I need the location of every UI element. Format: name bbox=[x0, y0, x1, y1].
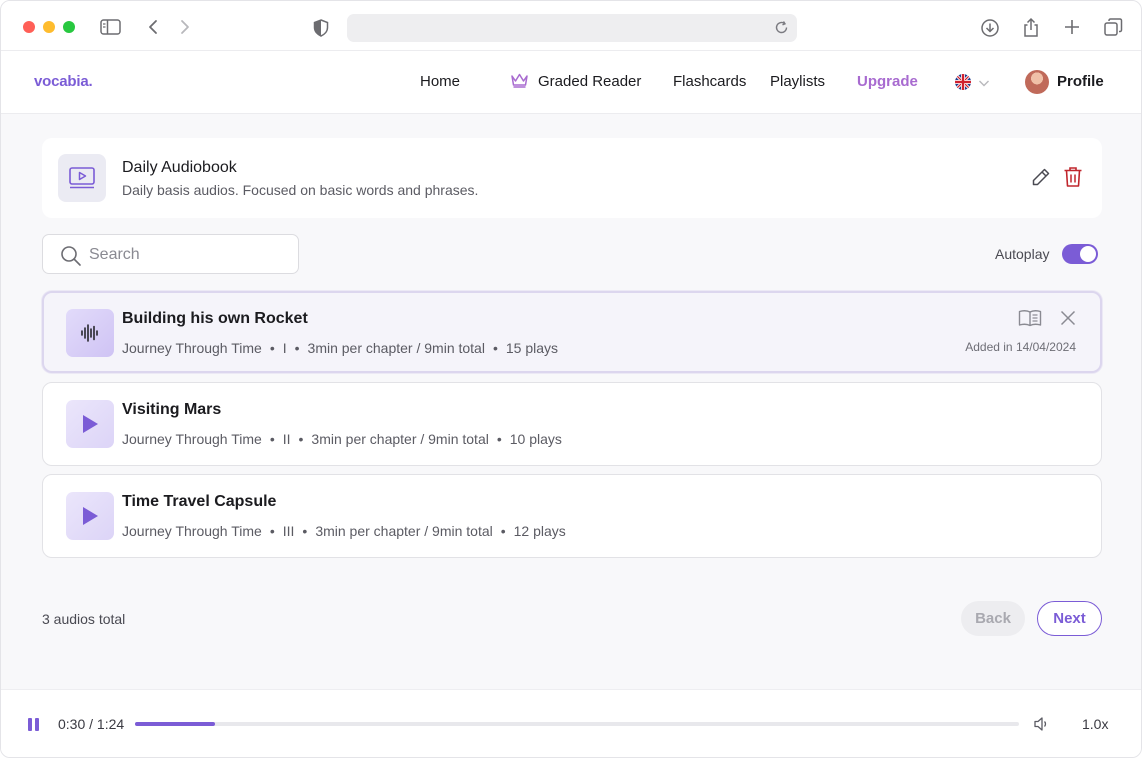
new-tab-icon[interactable] bbox=[1064, 19, 1080, 35]
browser-window: vocabia. Home Graded Reader Flashcards P… bbox=[0, 0, 1142, 758]
play-icon[interactable] bbox=[66, 400, 114, 448]
track-part: II bbox=[282, 431, 291, 447]
playlist-title: Daily Audiobook bbox=[122, 159, 237, 176]
edit-pencil-icon[interactable] bbox=[1031, 167, 1051, 192]
track-duration: 3min per chapter / 9min total bbox=[307, 340, 485, 356]
track-part: I bbox=[282, 340, 287, 356]
back-arrow-icon[interactable] bbox=[147, 19, 159, 35]
autoplay-label: Autoplay bbox=[995, 246, 1050, 262]
next-button[interactable]: Next bbox=[1037, 601, 1102, 636]
window-controls bbox=[23, 21, 75, 33]
track-item[interactable]: Visiting Mars Journey Through Time • II • 3m… bbox=[42, 382, 1102, 466]
autoplay-toggle[interactable] bbox=[1062, 244, 1098, 264]
playback-speed[interactable]: 1.0x bbox=[1082, 716, 1108, 732]
back-button[interactable]: Back bbox=[961, 601, 1025, 636]
close-window-button[interactable] bbox=[23, 21, 35, 33]
playback-time: 0:30 / 1:24 bbox=[58, 716, 125, 732]
audio-waveform-icon[interactable] bbox=[66, 309, 114, 357]
audios-total-count: 3 audios total bbox=[42, 611, 126, 627]
playlist-description: Daily basis audios. Focused on basic wor… bbox=[122, 182, 479, 198]
uk-flag-icon[interactable] bbox=[955, 74, 971, 90]
track-meta: Journey Through Time • I • 3min per chapter … bbox=[122, 340, 559, 356]
audio-player-bar: 0:30 / 1:24 1.0x bbox=[1, 689, 1141, 757]
pause-icon[interactable] bbox=[28, 718, 40, 736]
track-plays: 12 plays bbox=[513, 523, 566, 539]
search-box bbox=[42, 234, 299, 274]
address-bar[interactable] bbox=[347, 14, 797, 42]
track-plays: 10 plays bbox=[509, 431, 562, 447]
track-title: Visiting Mars bbox=[122, 401, 222, 418]
download-icon[interactable] bbox=[980, 18, 1000, 38]
vocabia-logo[interactable]: vocabia. bbox=[34, 73, 93, 90]
nav-upgrade[interactable]: Upgrade bbox=[857, 73, 918, 90]
browser-toolbar bbox=[1, 1, 1141, 51]
trash-icon[interactable] bbox=[1063, 166, 1083, 193]
search-input[interactable] bbox=[89, 243, 289, 267]
track-added-date: Added in 14/04/2024 bbox=[965, 340, 1076, 354]
app-navbar: vocabia. Home Graded Reader Flashcards P… bbox=[1, 51, 1141, 114]
track-item[interactable]: Time Travel Capsule Journey Through Time… bbox=[42, 474, 1102, 558]
track-series: Journey Through Time bbox=[122, 523, 262, 539]
track-series: Journey Through Time bbox=[122, 431, 262, 447]
playback-progress-fill bbox=[135, 722, 215, 726]
play-icon[interactable] bbox=[66, 492, 114, 540]
sidebar-toggle-icon[interactable] bbox=[100, 19, 121, 35]
close-icon[interactable] bbox=[1060, 310, 1076, 331]
track-part: III bbox=[282, 523, 295, 539]
volume-icon[interactable] bbox=[1033, 716, 1049, 737]
track-duration: 3min per chapter / 9min total bbox=[315, 523, 493, 539]
track-actions bbox=[1018, 309, 1076, 332]
playlist-header-card: Daily Audiobook Daily basis audios. Focu… bbox=[42, 138, 1102, 218]
track-plays: 15 plays bbox=[505, 340, 559, 356]
track-meta: Journey Through Time • III • 3min per chapte… bbox=[122, 523, 566, 539]
track-title: Time Travel Capsule bbox=[122, 493, 277, 510]
avatar[interactable] bbox=[1025, 70, 1049, 94]
privacy-shield-icon[interactable] bbox=[313, 19, 329, 37]
tab-overview-icon[interactable] bbox=[1104, 18, 1123, 37]
track-meta: Journey Through Time • II • 3min per chapter… bbox=[122, 431, 562, 447]
nav-flashcards[interactable]: Flashcards bbox=[673, 73, 746, 90]
share-icon[interactable] bbox=[1022, 17, 1040, 38]
crown-icon bbox=[510, 72, 529, 93]
reload-icon[interactable] bbox=[774, 20, 789, 40]
playback-progress-slider[interactable] bbox=[135, 722, 1019, 726]
track-duration: 3min per chapter / 9min total bbox=[311, 431, 489, 447]
minimize-window-button[interactable] bbox=[43, 21, 55, 33]
forward-arrow-icon[interactable] bbox=[179, 19, 191, 35]
nav-graded-reader[interactable]: Graded Reader bbox=[538, 73, 641, 90]
track-item-active[interactable]: Building his own Rocket Journey Through … bbox=[42, 291, 1102, 373]
maximize-window-button[interactable] bbox=[63, 21, 75, 33]
search-icon bbox=[61, 246, 81, 266]
track-series: Journey Through Time bbox=[122, 340, 262, 356]
nav-playlists[interactable]: Playlists bbox=[770, 73, 825, 90]
nav-home[interactable]: Home bbox=[420, 73, 460, 90]
open-book-icon[interactable] bbox=[1018, 309, 1042, 332]
chevron-down-icon[interactable] bbox=[978, 75, 990, 93]
track-title: Building his own Rocket bbox=[122, 310, 308, 327]
video-playlist-icon bbox=[58, 154, 106, 202]
nav-profile[interactable]: Profile bbox=[1057, 73, 1104, 90]
